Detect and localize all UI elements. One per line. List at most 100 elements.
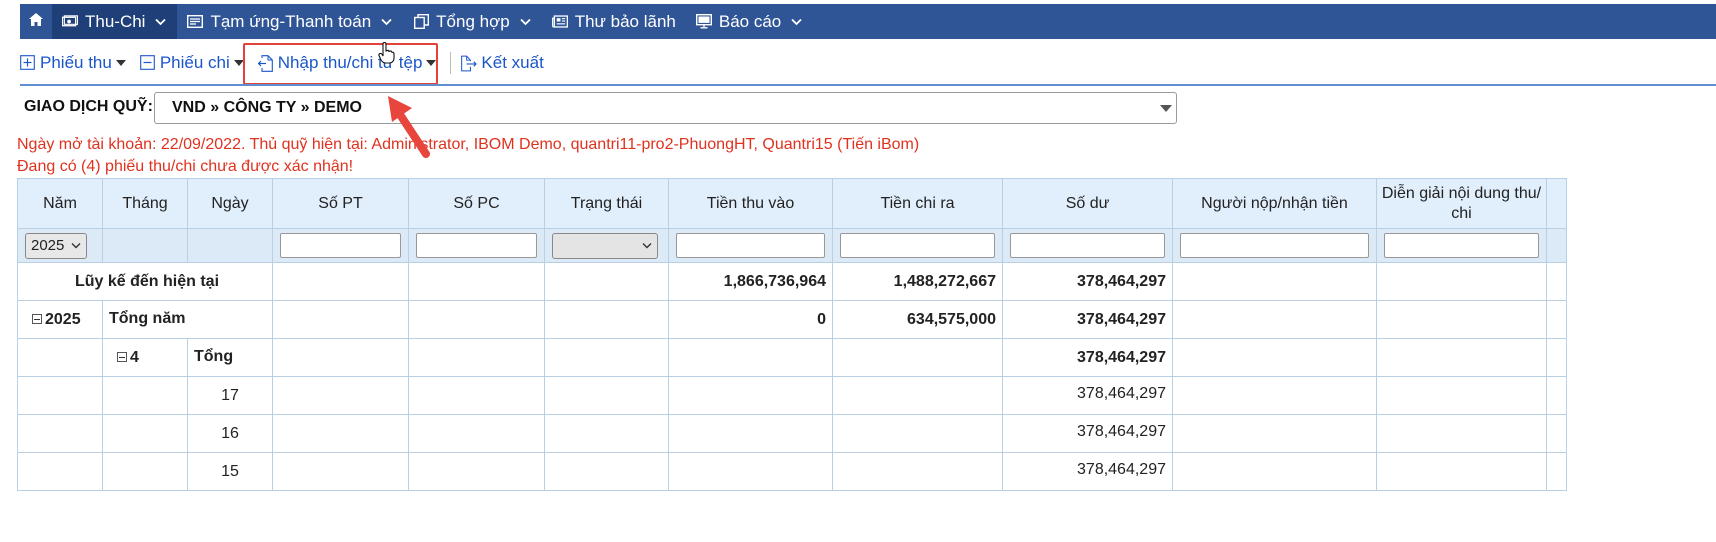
col-year[interactable]: Năm xyxy=(17,178,103,229)
chevron-down-icon xyxy=(791,16,803,28)
fund-label: GIAO DỊCH QUỸ: xyxy=(24,98,153,115)
chevron-down-icon xyxy=(642,243,652,249)
dropdown-arrow-icon xyxy=(1160,105,1172,112)
chevron-down-icon xyxy=(381,16,393,28)
filter-expense-input[interactable] xyxy=(840,233,995,258)
payment-button-label: Phiếu chi xyxy=(159,53,230,72)
import-button[interactable]: Nhập thu/chi từ tệp xyxy=(257,53,437,73)
status-filter-select[interactable] xyxy=(552,232,658,259)
file-import-icon xyxy=(257,55,274,72)
filter-payment-cell xyxy=(408,228,545,263)
toolbar: Phiếu thu Phiếu chi Nhập thu/chi từ tệp … xyxy=(20,46,558,80)
table-row[interactable]: 16 378,464,297 xyxy=(17,414,1567,453)
caret-down-icon xyxy=(115,60,126,66)
filter-expense-cell xyxy=(832,228,1003,263)
year-total-label: Tổng năm xyxy=(102,300,273,339)
nav-tam-ung[interactable]: Tạm ứng-Thanh toán xyxy=(177,4,403,39)
collapse-icon[interactable] xyxy=(117,352,127,363)
nav-thu-chi-label: Thu-Chi xyxy=(85,11,146,31)
col-expense[interactable]: Tiền chi ra xyxy=(832,178,1003,229)
home-icon xyxy=(28,12,44,32)
year-filter-select[interactable]: 2025 xyxy=(25,232,87,259)
year-expense: 634,575,000 xyxy=(832,300,1003,339)
day-balance: 378,464,297 xyxy=(1002,414,1173,453)
col-month[interactable]: Tháng xyxy=(102,178,188,229)
divider xyxy=(20,84,1716,86)
import-button-label: Nhập thu/chi từ tệp xyxy=(277,53,423,72)
filter-status-cell xyxy=(544,228,669,263)
nav-bao-cao[interactable]: Báo cáo xyxy=(686,4,813,39)
filter-balance-input[interactable] xyxy=(1010,233,1165,258)
table-row[interactable]: 15 378,464,297 xyxy=(17,452,1567,491)
nav-thu-bao-lanh-label: Thư bảo lãnh xyxy=(574,11,676,31)
export-button-label: Kết xuất xyxy=(481,53,544,72)
day-cell: 15 xyxy=(187,452,273,491)
year-row: 2025 Tổng năm 0 634,575,000 378,464,297 xyxy=(17,300,1567,339)
toolbar-divider xyxy=(450,52,452,74)
nav-tam-ung-label: Tạm ứng-Thanh toán xyxy=(210,11,372,31)
col-payment-no[interactable]: Số PC xyxy=(408,178,545,229)
monitor-icon xyxy=(695,14,712,29)
month-row: 4 Tổng 378,464,297 xyxy=(17,338,1567,377)
filter-day-cell xyxy=(187,228,273,263)
month-total-label: Tổng xyxy=(187,338,273,377)
filter-person-input[interactable] xyxy=(1180,233,1369,258)
pending-warning: Đang có (4) phiếu thu/chi chưa được xác … xyxy=(17,158,354,175)
cumulative-balance: 378,464,297 xyxy=(1002,262,1173,301)
day-balance: 378,464,297 xyxy=(1002,376,1173,415)
minus-square-icon xyxy=(139,55,156,71)
plus-square-icon xyxy=(20,55,36,71)
newspaper-icon xyxy=(551,15,568,29)
year-income: 0 xyxy=(668,300,833,339)
receipt-button[interactable]: Phiếu thu xyxy=(20,53,126,73)
receipt-button-label: Phiếu thu xyxy=(40,53,112,72)
nav-thu-bao-lanh[interactable]: Thư bảo lãnh xyxy=(542,4,686,39)
cumulative-income: 1,866,736,964 xyxy=(668,262,833,301)
year-value: 2025 xyxy=(45,310,81,328)
payment-button[interactable]: Phiếu chi xyxy=(139,53,244,73)
nav-tong-hop[interactable]: Tổng hợp xyxy=(403,4,542,39)
filter-receipt-input[interactable] xyxy=(280,233,401,258)
caret-down-icon xyxy=(426,60,437,66)
filter-description-cell xyxy=(1376,228,1547,263)
export-button[interactable]: Kết xuất xyxy=(461,53,544,73)
year-filter-value: 2025 xyxy=(31,237,65,254)
col-receipt-no[interactable]: Số PT xyxy=(272,178,409,229)
col-day[interactable]: Ngày xyxy=(187,178,273,229)
filter-payment-input[interactable] xyxy=(416,233,537,258)
col-person[interactable]: Người nộp/nhận tiền xyxy=(1172,178,1377,229)
col-income[interactable]: Tiền thu vào xyxy=(668,178,833,229)
day-balance: 378,464,297 xyxy=(1002,452,1173,491)
filter-description-input[interactable] xyxy=(1384,233,1539,258)
chevron-down-icon xyxy=(71,243,81,249)
filter-overflow-cell xyxy=(1546,228,1567,263)
col-description[interactable]: Diễn giải nội dung thu/ chi xyxy=(1376,178,1547,229)
file-export-icon xyxy=(461,55,478,72)
filter-person-cell xyxy=(1172,228,1377,263)
cash-icon xyxy=(62,15,78,29)
table-row[interactable]: 17 378,464,297 xyxy=(17,376,1567,415)
receipt-icon xyxy=(187,15,204,29)
home-button[interactable] xyxy=(20,4,52,39)
collapse-icon[interactable] xyxy=(32,314,42,325)
filter-income-input[interactable] xyxy=(676,233,825,258)
day-cell: 16 xyxy=(187,414,273,453)
nav-bao-cao-label: Báo cáo xyxy=(718,11,782,31)
top-bar: Thu-Chi Tạm ứng-Thanh toán Tổng hợp Thư … xyxy=(0,0,1716,40)
cumulative-expense: 1,488,272,667 xyxy=(832,262,1003,301)
year-cell[interactable]: 2025 xyxy=(17,300,103,339)
year-balance: 378,464,297 xyxy=(1002,300,1173,339)
month-cell[interactable]: 4 xyxy=(102,338,188,377)
col-overflow xyxy=(1546,178,1567,229)
col-balance[interactable]: Số dư xyxy=(1002,178,1173,229)
filter-receipt-cell xyxy=(272,228,409,263)
documents-icon xyxy=(413,14,429,29)
col-status[interactable]: Trạng thái xyxy=(544,178,669,229)
main-nav: Thu-Chi Tạm ứng-Thanh toán Tổng hợp Thư … xyxy=(20,4,1716,39)
chevron-down-icon xyxy=(520,16,532,28)
account-info: Ngày mở tài khoản: 22/09/2022. Thủ quỹ h… xyxy=(17,136,920,153)
filter-income-cell xyxy=(668,228,833,263)
nav-thu-chi[interactable]: Thu-Chi xyxy=(52,4,178,39)
cashbook-table: Năm Tháng Ngày Số PT Số PC Trạng thái Ti… xyxy=(17,178,1567,491)
fund-select[interactable]: VND » CÔNG TY » DEMO xyxy=(154,92,1177,124)
